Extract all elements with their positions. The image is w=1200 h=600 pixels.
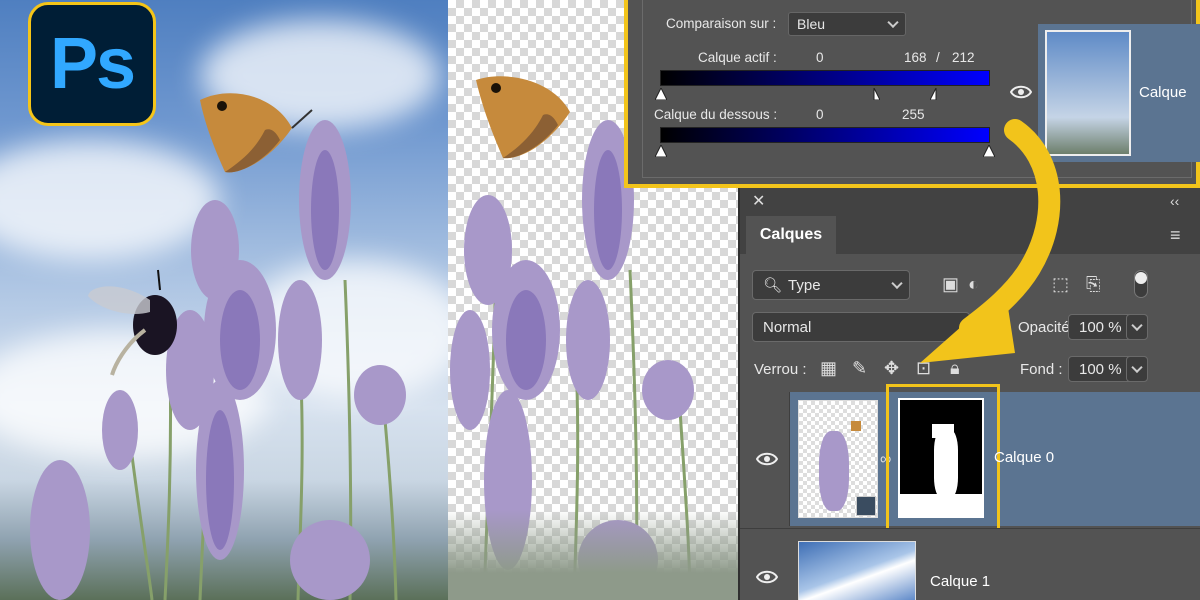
fill-value: 100 % [1079,360,1122,378]
tutorial-image: Ps Comparaison sur : Bleu Calque actif :… [0,0,1200,600]
filter-toggle[interactable] [1134,270,1148,298]
opacity-dropdown[interactable] [1126,314,1148,340]
slider-handle-black[interactable] [655,88,667,100]
this-layer-low: 0 [816,50,824,65]
blend-mode-value: Normal [763,318,812,336]
chevron-down-icon [1131,361,1143,374]
butterfly-shape [200,93,313,173]
lock-all-icon[interactable]: 🔒︎ [950,358,960,378]
slider-handle-white-split-b[interactable] [930,88,942,100]
tab-layers[interactable]: Calques [746,216,836,254]
fill-label: Fond : [1020,361,1063,378]
smart-object-filter-icon[interactable]: ⎘ [1086,274,1100,294]
compare-select[interactable]: Bleu [788,12,906,36]
close-icon[interactable]: ✕ [752,192,765,212]
shape-filter-icon[interactable]: ⬚ [1052,274,1069,294]
underlying-label: Calque du dessous : [654,107,778,122]
panel-titlebar: ✕ ‹‹ [740,188,1200,216]
layer-row-0-visibility [740,392,790,526]
lock-artboard-icon[interactable]: ⊡ [916,358,931,378]
compare-value: Bleu [797,16,826,32]
chevron-down-icon [891,277,903,290]
layers-panel: ✕ ‹‹ Calques ≡ 🔍︎ Type ▣ ◐ ⬚ ⎘ Normal Op… [738,188,1200,600]
image-filter-icon[interactable]: ▣ [942,274,959,294]
lock-pixels-icon[interactable]: ✎ [852,358,867,378]
layer-filter-select[interactable]: 🔍︎ Type [752,270,910,300]
panel-menu-icon[interactable]: ≡ [1170,225,1181,245]
slider-handle-white-split-a[interactable] [868,88,880,100]
tab-layers-label: Calques [759,226,823,243]
underlying-handle-white[interactable] [983,145,995,157]
blend-mode-select[interactable]: Normal [752,312,970,342]
underlying-high: 255 [902,107,925,122]
layer-0-mask-thumbnail[interactable] [898,398,984,518]
eye-icon[interactable] [756,451,778,467]
eye-icon[interactable] [1010,84,1032,100]
this-layer-high-b: 212 [952,50,975,65]
layer-row-1[interactable]: Calque 1 [740,528,1200,600]
layer-1-name[interactable]: Calque 1 [930,573,990,590]
lock-label: Verrou : [754,361,807,378]
adjustment-filter-icon[interactable]: ◐ [968,274,979,294]
chevron-down-icon [887,16,899,29]
preview-layer-label: Calque [1139,84,1187,101]
bee-shape [88,269,177,376]
fill-dropdown[interactable] [1126,356,1148,382]
filter-value: Type [788,276,821,294]
opacity-value: 100 % [1079,318,1122,336]
lock-transparency-icon[interactable]: ▦ [820,358,837,378]
collapse-icon[interactable]: ‹‹ [1170,191,1179,211]
smart-object-badge-icon [856,496,876,516]
photoshop-logo: Ps [28,2,156,126]
lock-position-icon[interactable]: ✥ [884,358,899,378]
underlying-gradient [660,127,990,143]
slash: / [936,50,940,65]
layer-0-name[interactable]: Calque 0 [994,449,1054,466]
layer-row-0[interactable]: ∞ Calque 0 [790,384,1200,534]
layer-1-thumbnail [798,541,916,600]
underlying-handle-black[interactable] [655,145,667,157]
this-layer-label: Calque actif : [698,50,777,65]
preview-layer-thumbnail [1045,30,1131,156]
eye-icon[interactable] [756,569,778,585]
underlying-low: 0 [816,107,824,122]
logo-text: Ps [49,24,136,104]
this-layer-high-a: 168 [904,50,927,65]
butterfly-cutout [476,76,570,159]
compare-label: Comparaison sur : [666,16,777,31]
this-layer-gradient [660,70,990,86]
search-icon: 🔍︎ [763,277,783,294]
chevron-down-icon [1131,319,1143,332]
